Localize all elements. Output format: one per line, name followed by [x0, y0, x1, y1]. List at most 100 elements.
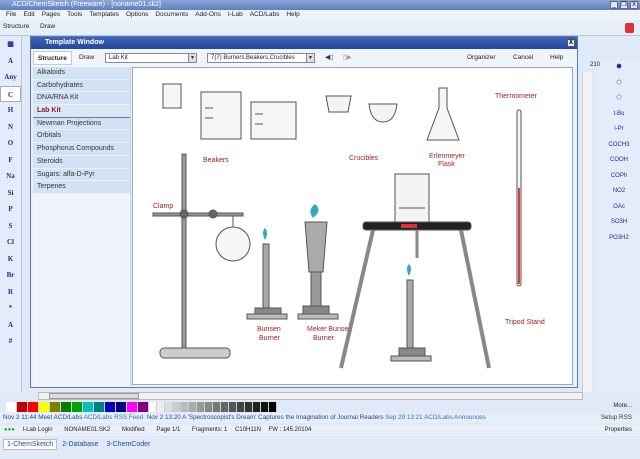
color-swatch[interactable]	[138, 402, 149, 412]
menu-documents[interactable]: Documents	[155, 10, 188, 20]
category-item[interactable]: Terpenes	[33, 181, 130, 194]
structure-mode-tab[interactable]: Structure	[3, 23, 29, 30]
menu-help[interactable]: Help	[286, 10, 299, 20]
atom-tool[interactable]: Na	[0, 168, 21, 185]
color-swatch[interactable]	[61, 402, 72, 412]
menu-file[interactable]: File	[6, 10, 16, 20]
radical-tool[interactable]: COOH	[598, 153, 640, 169]
tripod-stand[interactable]	[339, 173, 491, 369]
menu-pages[interactable]: Pages	[42, 10, 60, 20]
category-item[interactable]: Phosphorus Compounds	[33, 143, 130, 156]
atom-tool[interactable]: C	[0, 85, 21, 102]
color-swatch[interactable]	[28, 402, 39, 412]
kit-select[interactable]: Lab Kit ▼	[105, 53, 197, 63]
category-item[interactable]: Sugars: alfa-D-Pyr	[33, 168, 130, 182]
color-swatch[interactable]	[213, 402, 221, 412]
radical-tool[interactable]: OAc	[598, 200, 640, 216]
rss-item[interactable]: Nov 2 11:44 Meet ACD/Labs	[3, 414, 82, 421]
color-swatch[interactable]	[245, 402, 253, 412]
atom-tool[interactable]: *	[0, 300, 21, 317]
menu-tools[interactable]: Tools	[67, 10, 82, 20]
atom-tool[interactable]: S	[0, 218, 21, 235]
menu-addons[interactable]: Add-Ons	[195, 10, 221, 20]
radical-tool[interactable]: t-Bu	[598, 107, 640, 123]
radical-tool[interactable]: PO3H2	[598, 231, 640, 247]
category-item[interactable]: Steroids	[33, 155, 130, 169]
color-swatch[interactable]	[189, 402, 197, 412]
color-swatch[interactable]	[116, 402, 127, 412]
radical-tool[interactable]: COCH3	[598, 138, 640, 154]
tab-database[interactable]: 2-Database	[62, 441, 98, 448]
beaker-large[interactable]	[250, 101, 297, 140]
minimize-button[interactable]: _	[610, 1, 618, 9]
meker-burner[interactable]	[297, 204, 339, 320]
beaker-medium[interactable]	[200, 91, 242, 140]
atom-tool[interactable]: N	[0, 119, 21, 136]
atom-tool[interactable]: Br	[0, 267, 21, 284]
clamp-stand[interactable]	[152, 153, 251, 359]
thermometer[interactable]	[516, 109, 522, 287]
ring-icon[interactable]: ⬢	[598, 60, 640, 76]
color-swatch[interactable]	[157, 402, 165, 412]
color-swatch[interactable]	[72, 402, 83, 412]
category-item[interactable]: Alkaloids	[33, 67, 130, 80]
color-swatch[interactable]	[149, 402, 157, 412]
ilab-login[interactable]: I-Lab Login	[23, 427, 53, 433]
properties-button[interactable]: Properties	[605, 425, 632, 436]
organizer-button[interactable]: Organizer	[463, 51, 500, 65]
radical-tool[interactable]: i-Pr	[598, 122, 640, 138]
exit-icon[interactable]	[625, 23, 634, 33]
template-close-button[interactable]: X	[567, 39, 575, 47]
color-swatch[interactable]	[173, 402, 181, 412]
category-item[interactable]: Lab Kit	[33, 105, 130, 118]
rss-item[interactable]: Sep 29 13:21 ACD/Labs Announces	[385, 414, 485, 421]
crucible-2[interactable]	[368, 103, 398, 123]
atom-tool[interactable]: F	[0, 152, 21, 169]
color-swatch[interactable]	[197, 402, 205, 412]
color-swatch[interactable]	[229, 402, 237, 412]
atom-tool[interactable]: O	[0, 135, 21, 152]
category-item[interactable]: DNA/RNA Kit	[33, 92, 130, 106]
atom-tool[interactable]: R	[0, 284, 21, 301]
menu-options[interactable]: Options	[126, 10, 148, 20]
color-swatch[interactable]	[50, 402, 61, 412]
radical-tool[interactable]: SO3H	[598, 215, 640, 231]
atom-tool[interactable]: Si	[0, 185, 21, 202]
atom-tool[interactable]: H	[0, 102, 21, 119]
color-swatch[interactable]	[221, 402, 229, 412]
color-swatch[interactable]	[253, 402, 261, 412]
atom-tool[interactable]: Cl	[0, 234, 21, 251]
tab-chemcoder[interactable]: 3-ChemCoder	[106, 441, 150, 448]
tab-chemsketch[interactable]: 1-ChemSketch	[3, 439, 58, 450]
menu-acdlabs[interactable]: ACD/Labs	[250, 10, 280, 20]
color-swatch[interactable]	[165, 402, 173, 412]
atom-tool[interactable]: #	[0, 333, 21, 350]
next-page-icon[interactable]: ▯▶	[339, 51, 356, 65]
color-swatch[interactable]	[237, 402, 245, 412]
ring-icon[interactable]: ⬡	[598, 76, 640, 92]
help-button[interactable]: Help	[546, 51, 567, 65]
color-swatch[interactable]	[205, 402, 213, 412]
atom-tool[interactable]: P	[0, 201, 21, 218]
atom-tool[interactable]: K	[0, 251, 21, 268]
horizontal-scrollbar[interactable]	[38, 392, 583, 400]
color-swatch[interactable]	[6, 402, 17, 412]
cancel-button[interactable]: Cancel	[509, 51, 537, 65]
beaker-small[interactable]	[162, 83, 182, 109]
rss-item[interactable]: Nov 2 13:20 A 'Spectroscopist's Dream' C…	[147, 414, 384, 421]
bunsen-burner[interactable]	[246, 228, 288, 320]
menu-edit[interactable]: Edit	[23, 10, 34, 20]
maximize-button[interactable]: ❐	[620, 1, 628, 9]
color-swatch[interactable]	[261, 402, 269, 412]
draw-mode-tab[interactable]: Draw	[40, 23, 55, 30]
more-colors-button[interactable]: More...	[613, 403, 632, 409]
category-item[interactable]: Orbitals	[33, 130, 130, 144]
tab-structure[interactable]: Structure	[33, 51, 72, 65]
atom-tool[interactable]: A	[0, 317, 21, 334]
color-swatch[interactable]	[17, 402, 28, 412]
atom-tool[interactable]: A	[0, 53, 21, 70]
color-swatch[interactable]	[94, 402, 105, 412]
crucible-1[interactable]	[325, 95, 352, 113]
ring-icon[interactable]: ⬠	[598, 91, 640, 107]
periodic-table-icon[interactable]: ▦	[0, 36, 21, 53]
